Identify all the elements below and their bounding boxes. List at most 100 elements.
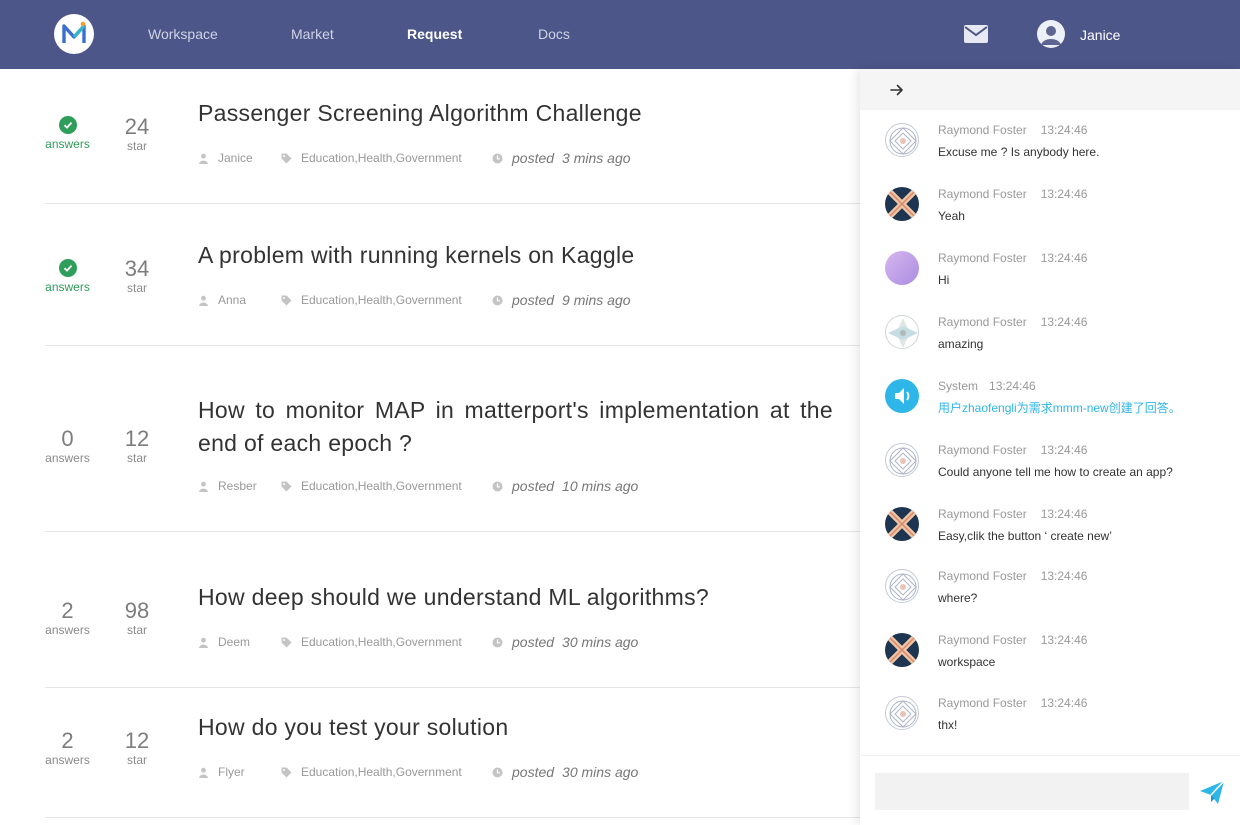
request-tags[interactable]: Education,Health,Government [301,479,492,493]
message-sender: Raymond Foster 13:24:46 [938,633,1088,647]
clock-icon [492,637,503,647]
answers-stat: 2 answers [45,599,90,638]
message-text: workspace [938,655,996,669]
request-meta: Janice Education,Health,Government poste… [198,150,631,166]
request-title[interactable]: Passenger Screening Algorithm Challenge [198,97,833,130]
message-sender: Raymond Foster 13:24:46 [938,569,1088,583]
chat-message: Raymond Foster 13:24:46 Yeah [885,187,1225,237]
request-item[interactable]: 2 answers 12 star How do you test your s… [45,688,860,818]
tag-icon [281,481,292,491]
request-tags[interactable]: Education,Health,Government [301,151,492,165]
tag-icon [281,767,292,777]
chat-message: Raymond Foster 13:24:46 Could anyone tell… [885,443,1225,493]
nav-market[interactable]: Market [291,26,334,42]
message-text: 用户zhaofengli为需求mmm-new创建了回答。 [938,401,1181,415]
chat-composer [860,755,1240,825]
request-meta: Anna Education,Health,Government posted … [198,292,631,308]
clock-icon [492,481,503,491]
posted-time: 10 mins ago [562,478,639,494]
chat-message: Raymond Foster 13:24:46 workspace [885,633,1225,683]
request-item[interactable]: 2 answers 98 star How deep should we und… [45,532,860,688]
message-sender: Raymond Foster 13:24:46 [938,187,1088,201]
message-sender: Raymond Foster 13:24:46 [938,443,1088,457]
clock-icon [492,767,503,777]
message-text: Could anyone tell me how to create an ap… [938,465,1173,479]
mail-icon[interactable] [964,25,988,43]
message-sender: System 13:24:46 [938,379,1036,393]
answers-label: answers [45,623,90,637]
tag-icon [281,637,292,647]
answers-stat: 0 answers [45,427,90,466]
logo-icon [62,21,86,43]
tag-icon [281,295,292,305]
chat-panel: Raymond Foster 13:24:46 Excuse me ? Is an… [860,69,1240,825]
user-avatar[interactable] [1037,20,1065,48]
request-author[interactable]: Anna [218,293,281,307]
request-title[interactable]: A problem with running kernels on Kaggle [198,239,833,272]
chat-message: Raymond Foster 13:24:46 where? [885,569,1225,619]
chat-message: Raymond Foster 13:24:46 Excuse me ? Is an… [885,123,1225,173]
request-title[interactable]: How do you test your solution [198,711,833,744]
posted-label: posted [512,150,555,166]
star-label: star [126,139,147,153]
message-sender: Raymond Foster 13:24:46 [938,696,1088,710]
pattern-icon [885,123,919,157]
star-stat: 24 star [115,114,159,154]
answers-stat: 2 answers [45,729,90,768]
request-author[interactable]: Resber [218,479,281,493]
request-author[interactable]: Deem [218,635,281,649]
request-item[interactable]: answers 34 star A problem with running k… [45,204,860,346]
answers-label: answers [45,451,90,465]
posted-label: posted [512,764,555,780]
message-sender: Raymond Foster 13:24:46 [938,507,1088,521]
message-text: Excuse me ? Is anybody here. [938,145,1100,159]
message-text: where? [938,591,978,605]
request-title[interactable]: How deep should we understand ML algorit… [198,581,833,614]
answers-label: answers [45,280,90,294]
request-meta: Flyer Education,Health,Government posted… [198,764,638,780]
posted-label: posted [512,478,555,494]
request-tags[interactable]: Education,Health,Government [301,765,492,779]
request-tags[interactable]: Education,Health,Government [301,635,492,649]
user-icon [199,481,208,492]
message-text: amazing [938,337,984,351]
x-icon [885,507,919,541]
user-icon [199,153,208,164]
star-label: star [126,281,147,295]
nav-docs[interactable]: Docs [538,26,570,42]
message-sender: Raymond Foster 13:24:46 [938,123,1088,137]
chat-input[interactable] [875,773,1189,810]
star-count: 12 [124,426,150,451]
star-stat: 12 star [115,426,159,466]
posted-label: posted [512,634,555,650]
chat-message: System 13:24:46 用户zhaofengli为需求mmm-new创建了… [885,379,1225,429]
pattern-icon [885,569,919,603]
user-icon [1041,26,1061,45]
nav-request[interactable]: Request [407,26,462,42]
posted-time: 3 mins ago [562,150,631,166]
answers-stat: answers [45,259,90,294]
request-author[interactable]: Janice [218,151,281,165]
send-icon[interactable] [1198,778,1226,806]
clock-icon [492,153,503,163]
chat-message: Raymond Foster 13:24:46 thx! [885,696,1225,746]
nav-workspace[interactable]: Workspace [148,26,218,42]
request-item[interactable]: answers 24 star Passenger Screening Algo… [45,69,860,204]
request-tags[interactable]: Education,Health,Government [301,293,492,307]
x-icon [885,633,919,667]
logo[interactable] [54,14,94,54]
posted-time: 9 mins ago [562,292,631,308]
star-count: 98 [124,598,150,623]
message-text: Easy,clik the button ‘ create new’ [938,529,1112,543]
request-author[interactable]: Flyer [218,765,281,779]
request-item[interactable]: 0 answers 12 star How to monitor MAP in … [45,346,860,532]
posted-time: 30 mins ago [562,764,639,780]
tag-icon [281,153,292,163]
user-name[interactable]: Janice [1080,27,1120,43]
star-stat: 34 star [115,257,159,296]
posted-label: posted [512,292,555,308]
request-title[interactable]: How to monitor MAP in matterport's imple… [198,394,833,460]
star-count: 24 [124,114,150,139]
diamond-pattern-icon [885,315,919,349]
arrow-right-icon[interactable] [888,81,906,99]
